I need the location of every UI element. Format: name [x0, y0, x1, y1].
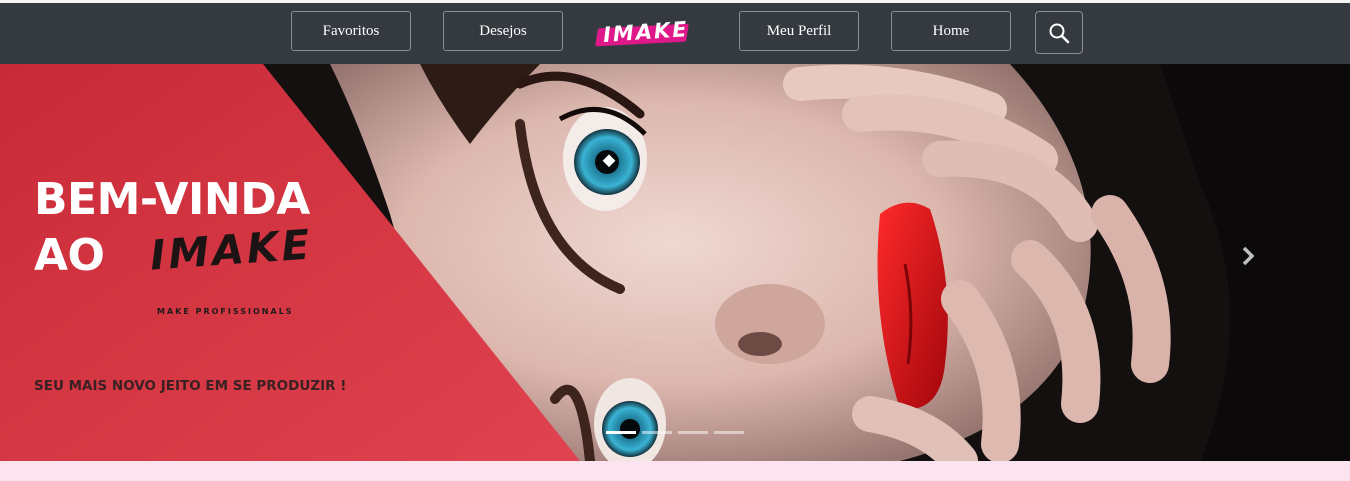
- carousel-indicator-1[interactable]: [606, 431, 636, 434]
- carousel-next-button[interactable]: [1234, 242, 1262, 270]
- search-icon: [1049, 23, 1070, 43]
- nav-meu-perfil-button[interactable]: Meu Perfil: [739, 11, 859, 51]
- content-section-top: [0, 461, 1350, 481]
- navbar: Favoritos Desejos IMAKE Meu Perfil Home: [0, 3, 1350, 64]
- hero-carousel: BEM-VINDA AO IMAKE MAKE PROFISSIONALS SE…: [0, 64, 1350, 461]
- carousel-indicator-4[interactable]: [714, 431, 744, 434]
- hero-slogan: SEU MAIS NOVO JEITO EM SE PRODUZIR !: [34, 378, 347, 394]
- hero-brand-subtitle: MAKE PROFISSIONALS: [157, 307, 294, 316]
- search-button[interactable]: [1035, 11, 1083, 54]
- nav-home-button[interactable]: Home: [891, 11, 1011, 51]
- hero-heading-line2: AO: [34, 230, 105, 281]
- chevron-right-icon: [1242, 246, 1255, 266]
- nav-desejos-button[interactable]: Desejos: [443, 11, 563, 51]
- logo-text: IMAKE: [602, 17, 690, 47]
- carousel-indicator-2[interactable]: [642, 431, 672, 434]
- nav-favoritos-button[interactable]: Favoritos: [291, 11, 411, 51]
- hero-heading-line1: BEM-VINDA: [34, 174, 310, 225]
- navbar-logo[interactable]: IMAKE: [595, 17, 691, 47]
- carousel-indicator-3[interactable]: [678, 431, 708, 434]
